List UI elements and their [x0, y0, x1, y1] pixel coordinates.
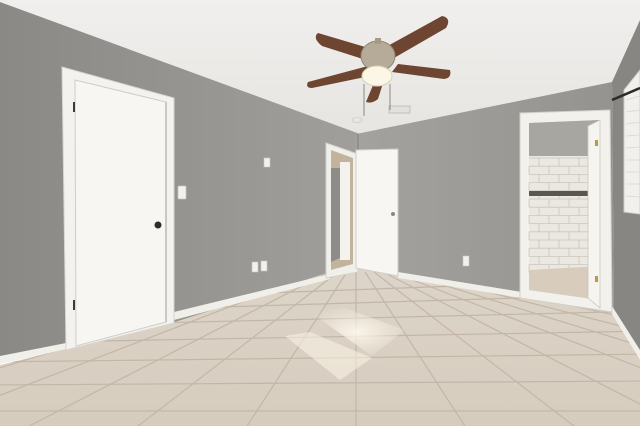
- room-photo: [0, 0, 640, 426]
- thermostat-plate: [263, 157, 271, 168]
- hall-far-door: [340, 162, 350, 260]
- door-knob[interactable]: [154, 221, 162, 229]
- wall-outlet: [251, 261, 259, 273]
- room-scene: [0, 0, 640, 426]
- hall-inner-wall: [331, 168, 340, 262]
- bath-door-hinge: [595, 140, 598, 146]
- bath-door-hinge: [595, 276, 598, 282]
- light-switch[interactable]: [177, 185, 187, 200]
- bath-door-open[interactable]: [587, 119, 601, 309]
- door-hinge: [73, 102, 75, 112]
- subway-tile-wall: [528, 156, 590, 273]
- ceiling-vent: [388, 105, 411, 114]
- wall-outlet: [260, 260, 268, 272]
- hall-door-knob[interactable]: [391, 212, 395, 216]
- fan-light: [361, 65, 393, 87]
- fan-downrod: [375, 38, 381, 44]
- smoke-detector: [351, 117, 363, 123]
- door-hinge: [73, 300, 75, 310]
- left-door[interactable]: [74, 79, 167, 347]
- wall-outlet: [462, 255, 470, 267]
